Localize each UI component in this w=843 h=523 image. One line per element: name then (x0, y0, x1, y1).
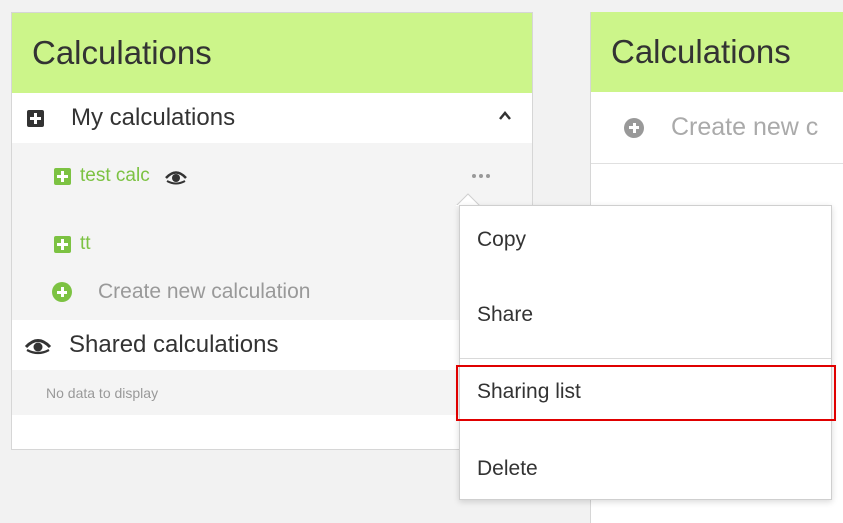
calculation-item-tt[interactable]: tt (54, 229, 91, 259)
create-new-calculation-button[interactable]: Create new c (591, 92, 843, 164)
menu-item-copy[interactable]: Copy (477, 222, 526, 258)
chevron-up-icon[interactable] (498, 109, 512, 123)
my-calculations-label: My calculations (71, 104, 236, 131)
create-new-calculation-label: Create new c (671, 113, 819, 141)
calculation-item-test-calc[interactable]: test calc (54, 161, 188, 191)
shared-calculations-section-header[interactable]: Shared calculations (12, 320, 532, 370)
calculation-name[interactable]: tt (80, 233, 91, 255)
panel-title: Calculations (32, 34, 212, 71)
plus-circle-icon (52, 282, 72, 302)
highlight-box (456, 365, 836, 421)
more-options-button[interactable] (472, 171, 492, 181)
create-new-calculation-label: Create new calculation (98, 280, 311, 303)
plus-circle-icon (624, 117, 644, 138)
eye-icon (164, 171, 187, 185)
plus-square-icon (54, 167, 71, 185)
plus-square-icon (54, 235, 71, 253)
my-calculations-list: test calc tt Create new calculation (12, 143, 532, 320)
calculation-name[interactable]: test calc (80, 165, 150, 187)
shared-calculations-empty: No data to display (12, 370, 532, 415)
calculations-panel: Calculations My calculations test calc t… (11, 12, 533, 450)
plus-square-icon (27, 109, 44, 127)
panel-header: Calculations (591, 12, 843, 92)
panel-title: Calculations (611, 33, 791, 70)
menu-divider (460, 358, 831, 359)
panel-header: Calculations (12, 13, 532, 93)
create-new-calculation-button[interactable]: Create new calculation (52, 277, 310, 307)
more-dots-icon (472, 174, 476, 178)
empty-state-text: No data to display (46, 384, 159, 401)
shared-calculations-label: Shared calculations (69, 331, 279, 358)
eye-icon (24, 339, 52, 355)
menu-item-delete[interactable]: Delete (477, 451, 538, 487)
menu-item-share[interactable]: Share (477, 297, 533, 333)
my-calculations-section-header[interactable]: My calculations (12, 93, 532, 143)
context-menu: Copy Share Sharing list Delete (459, 205, 832, 500)
